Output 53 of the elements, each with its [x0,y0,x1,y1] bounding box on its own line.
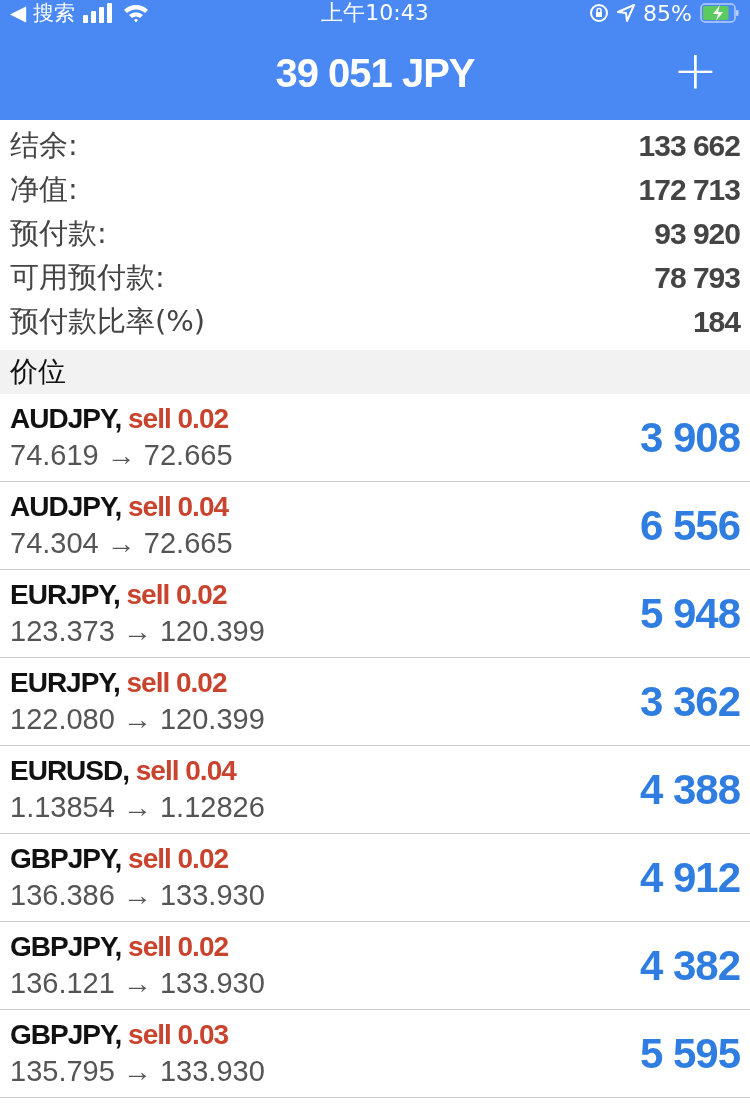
summary-value: 172 713 [638,173,740,207]
battery-percent: 85% [643,0,692,26]
symbol-label: EURUSD, [10,755,129,786]
wifi-icon [122,3,149,23]
profit-value: 5 948 [639,589,740,638]
price-change: 74.304 → 72.665 [10,527,233,560]
profit-value: 4 382 [639,941,740,990]
trade-label: sell 0.02 [128,843,229,874]
price-change: 135.795 → 133.930 [10,1055,265,1088]
symbol-label: EURJPY, [10,579,120,610]
symbol-label: AUDJPY, [10,403,122,434]
rotation-lock-icon [589,3,610,23]
summary-label: 净值: [10,171,78,208]
symbol-label: AUDJPY, [10,491,122,522]
trade-label: sell 0.02 [128,931,229,962]
trade-label: sell 0.04 [135,755,236,786]
trade-label: sell 0.02 [126,579,227,610]
trade-label: sell 0.02 [128,403,229,434]
price-change: 1.13854 → 1.12826 [10,791,265,824]
price-change: 136.121 → 133.930 [10,967,265,1000]
battery-icon [700,3,740,23]
price-change: 122.080 → 120.399 [10,703,265,736]
balance-title: 39 051 JPY [275,50,475,96]
trade-label: sell 0.04 [128,491,229,522]
profit-value: 4 912 [639,853,740,902]
summary-label: 预付款: [10,215,107,252]
price-change: 74.619 → 72.665 [10,439,233,472]
location-icon [617,4,636,22]
profit-value: 5 595 [639,1029,740,1078]
profit-value: 4 388 [639,765,740,814]
trade-label: sell 0.03 [128,1019,229,1050]
status-time: 上午10:43 [321,0,429,27]
section-header: 价位 [0,350,750,394]
summary-value: 133 662 [638,129,740,163]
trade-label: sell 0.02 [126,667,227,698]
profit-value: 3 908 [639,413,740,462]
profit-value: 6 556 [639,501,740,550]
signal-icon [82,3,115,23]
add-button[interactable]: + [672,44,718,98]
profit-value: 3 362 [639,677,740,726]
summary-value: 78 793 [654,261,740,295]
summary-label: 预付款比率(%) [10,303,206,340]
symbol-label: EURJPY, [10,667,120,698]
symbol-label: GBPJPY, [10,1019,122,1050]
price-change: 123.373 → 120.399 [10,615,265,648]
symbol-label: GBPJPY, [10,843,122,874]
summary-label: 可用预付款: [10,259,165,296]
back-link[interactable]: ◀ 搜索 [10,0,75,27]
summary-value: 184 [692,305,740,339]
price-change: 136.386 → 133.930 [10,879,265,912]
symbol-label: GBPJPY, [10,931,122,962]
summary-label: 结余: [10,127,78,164]
summary-value: 93 920 [654,217,740,251]
